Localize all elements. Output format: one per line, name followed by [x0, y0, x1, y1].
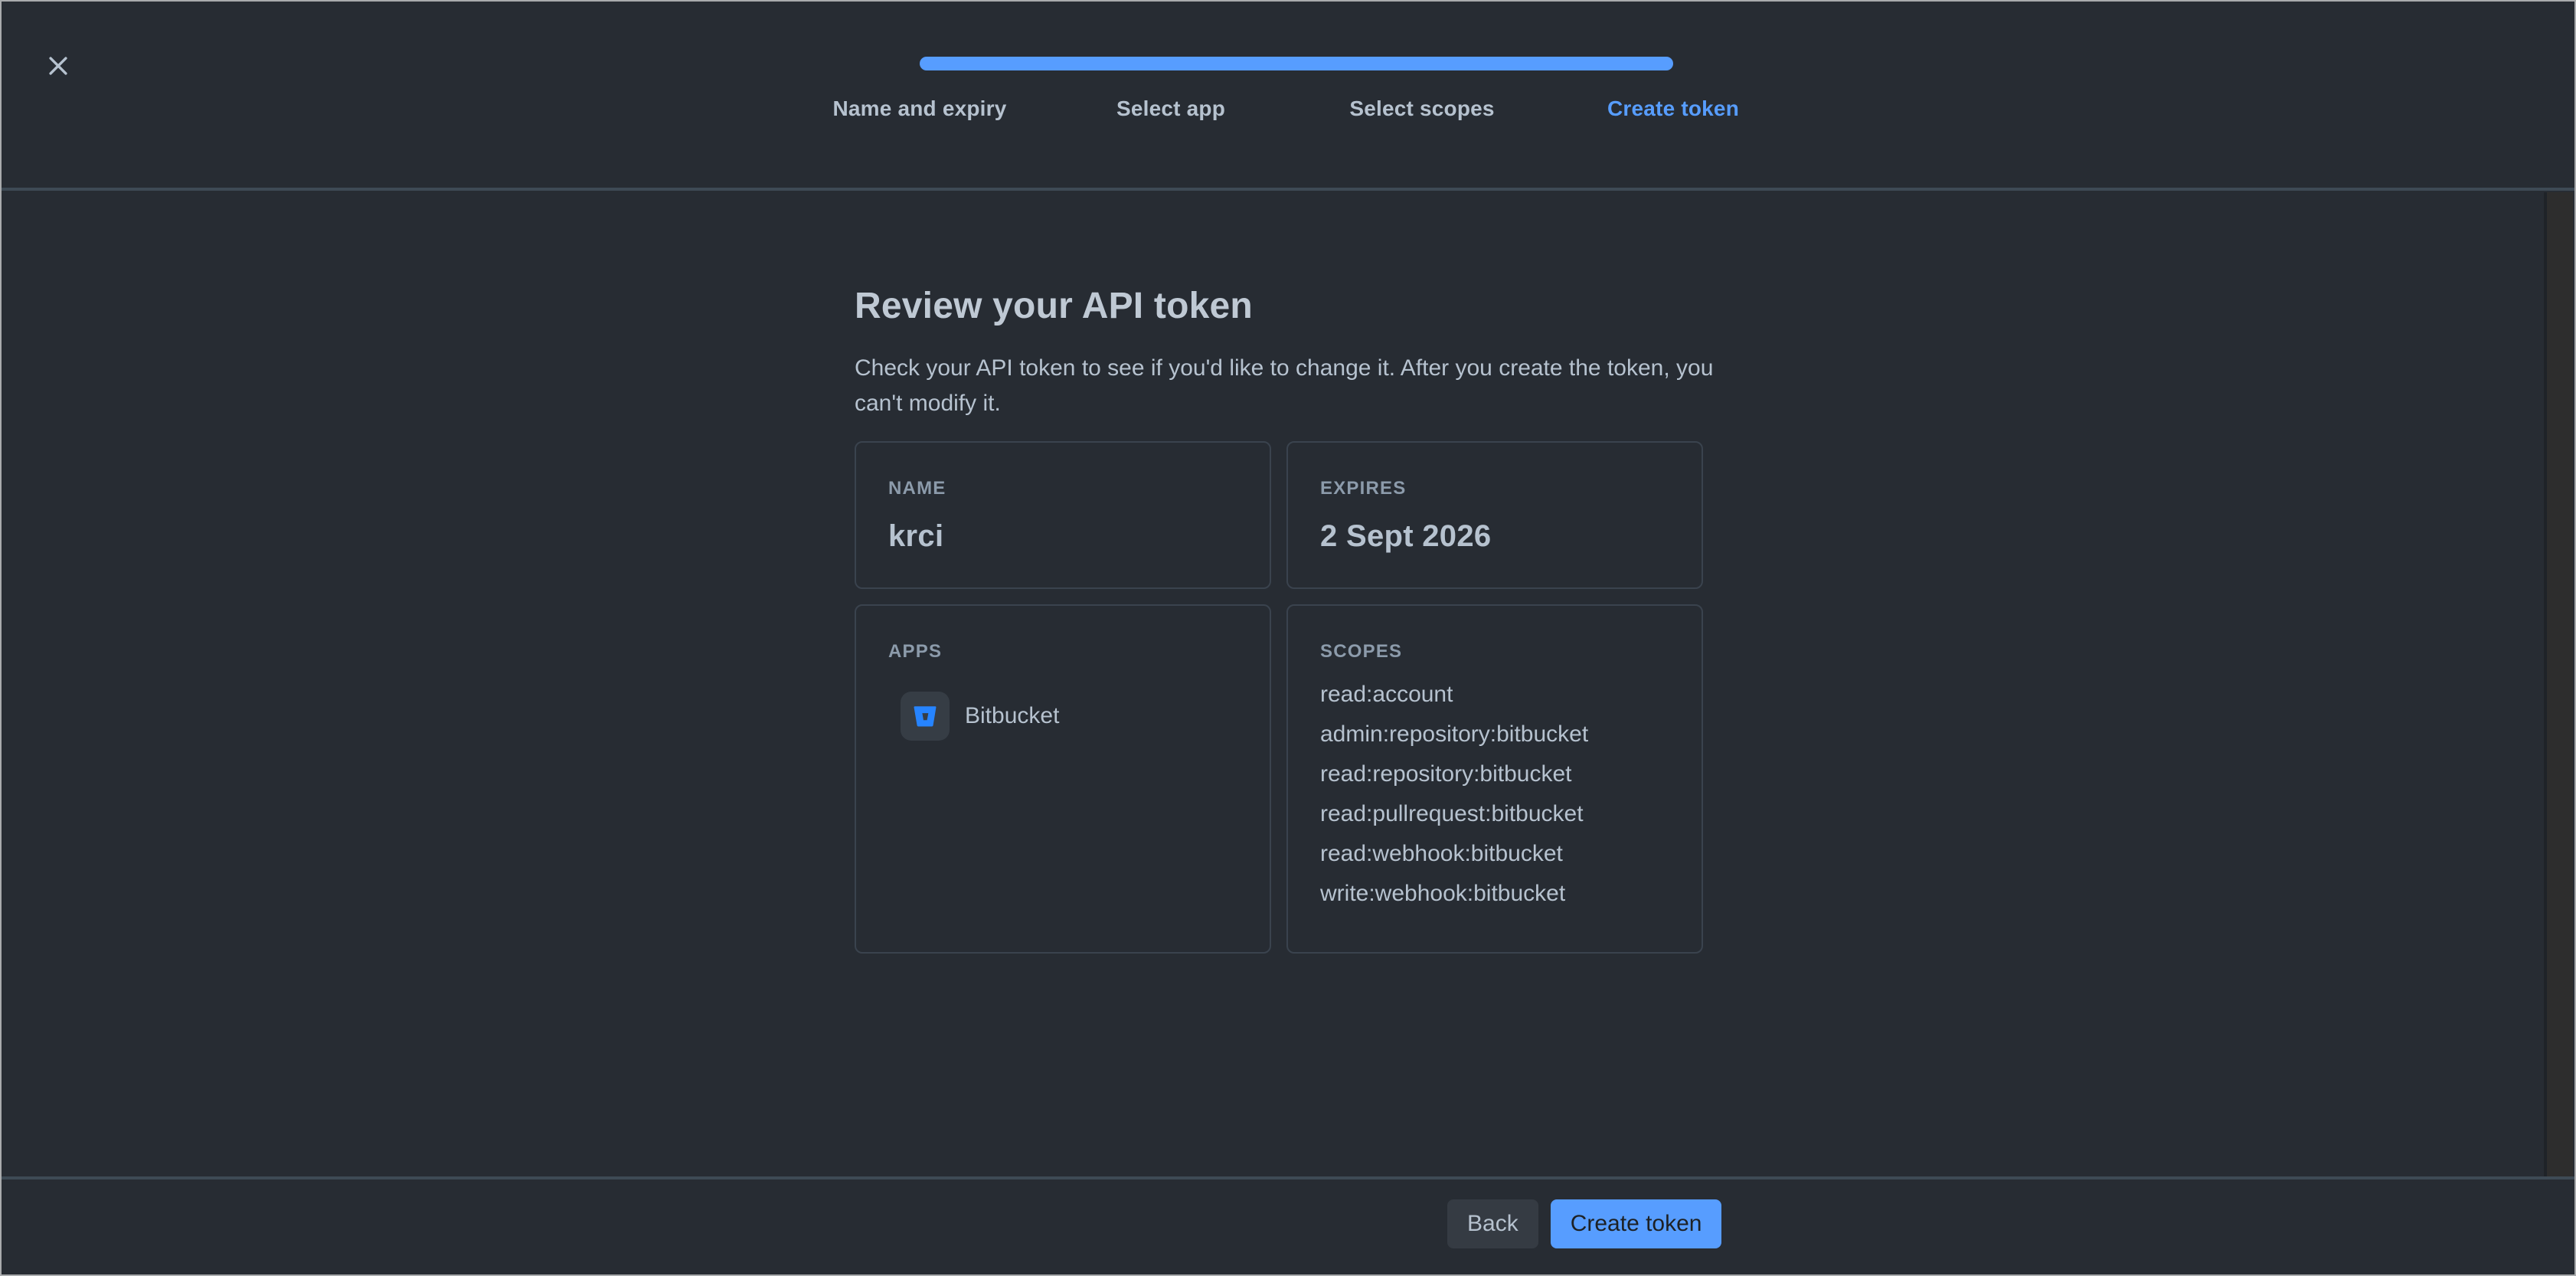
scope-list: read:account admin:repository:bitbucket …	[1320, 675, 1674, 914]
wizard-header: Name and expiry Select app Select scopes…	[2, 2, 2574, 191]
summary-cards: NAME krci EXPIRES 2 Sept 2026 APPS Bitbu…	[855, 441, 1703, 954]
close-icon	[45, 53, 71, 79]
close-button[interactable]	[40, 47, 77, 84]
scope-item: read:webhook:bitbucket	[1320, 834, 1674, 874]
bitbucket-icon	[901, 692, 950, 741]
expires-card: EXPIRES 2 Sept 2026	[1286, 441, 1703, 589]
step-select-app: Select app	[1045, 97, 1296, 121]
name-card-label: NAME	[888, 478, 1242, 499]
app-name: Bitbucket	[965, 703, 1059, 729]
back-button[interactable]: Back	[1447, 1199, 1538, 1248]
apps-card: APPS Bitbucket	[855, 604, 1271, 954]
step-name-and-expiry: Name and expiry	[794, 97, 1045, 121]
scopes-card: SCOPES read:account admin:repository:bit…	[1286, 604, 1703, 954]
token-expiry-value: 2 Sept 2026	[1320, 519, 1674, 554]
footer-buttons: Back Create token	[1447, 1199, 1721, 1248]
scope-item: write:webhook:bitbucket	[1320, 874, 1674, 914]
step-select-scopes: Select scopes	[1296, 97, 1548, 121]
page-description: Check your API token to see if you'd lik…	[855, 351, 1789, 421]
page-title: Review your API token	[855, 285, 1253, 327]
scope-item: admin:repository:bitbucket	[1320, 715, 1674, 754]
progress-tracker: Name and expiry Select app Select scopes…	[794, 57, 1799, 121]
step-create-token: Create token	[1548, 97, 1799, 121]
scope-item: read:account	[1320, 675, 1674, 715]
name-card: NAME krci	[855, 441, 1271, 589]
scope-item: read:pullrequest:bitbucket	[1320, 794, 1674, 834]
create-token-button[interactable]: Create token	[1551, 1199, 1722, 1248]
scrollbar[interactable]	[2544, 192, 2573, 1179]
progress-bar	[920, 57, 1673, 70]
token-name-value: krci	[888, 519, 1242, 554]
scope-item: read:repository:bitbucket	[1320, 754, 1674, 794]
progress-steps: Name and expiry Select app Select scopes…	[794, 97, 1799, 121]
scopes-card-label: SCOPES	[1320, 641, 1674, 663]
app-row-bitbucket: Bitbucket	[901, 692, 1242, 741]
create-api-token-wizard: Name and expiry Select app Select scopes…	[0, 0, 2576, 1276]
expires-card-label: EXPIRES	[1320, 478, 1674, 499]
wizard-footer: Back Create token	[2, 1176, 2574, 1274]
apps-card-label: APPS	[888, 641, 1242, 663]
